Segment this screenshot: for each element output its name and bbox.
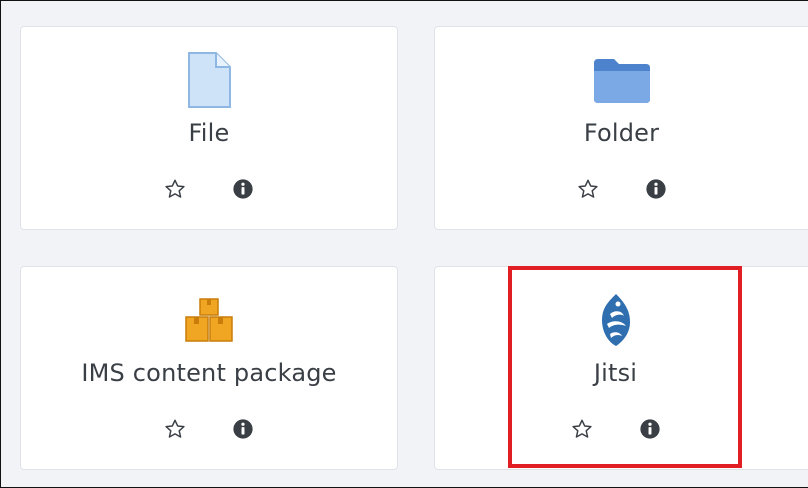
activity-actions-folder (435, 174, 808, 204)
activity-card-jitsi[interactable]: Jitsi (434, 266, 808, 470)
activity-label-file: File (188, 119, 230, 147)
star-icon[interactable] (575, 176, 601, 202)
activity-card-ims[interactable]: IMS content package (20, 266, 398, 470)
folder-icon (435, 49, 808, 111)
jitsi-icon (423, 289, 808, 351)
activity-actions-ims (21, 414, 397, 444)
info-icon[interactable] (230, 176, 256, 202)
activity-card-folder[interactable]: Folder (434, 26, 808, 230)
info-icon[interactable] (230, 416, 256, 442)
star-icon[interactable] (162, 416, 188, 442)
activity-label-jitsi: Jitsi (593, 359, 638, 387)
activity-card-file[interactable]: File (20, 26, 398, 230)
info-icon[interactable] (643, 176, 669, 202)
star-icon[interactable] (162, 176, 188, 202)
boxes-icon (21, 289, 397, 351)
star-icon[interactable] (569, 416, 595, 442)
activity-label-ims: IMS content package (81, 359, 337, 387)
file-icon (21, 49, 397, 111)
activity-label-folder: Folder (583, 119, 660, 147)
activity-actions-file (21, 174, 397, 204)
activity-actions-jitsi (423, 414, 808, 444)
info-icon[interactable] (637, 416, 663, 442)
